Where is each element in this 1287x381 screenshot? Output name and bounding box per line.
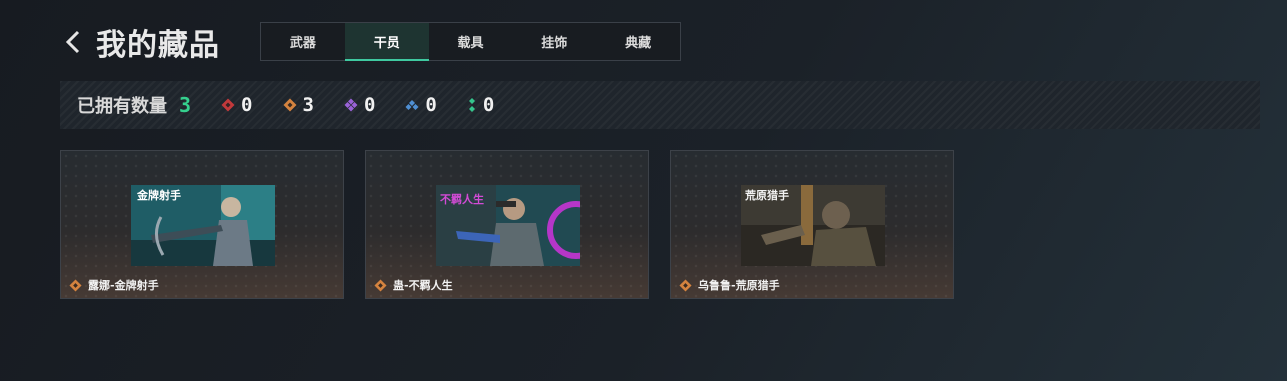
operator-card[interactable]: 不羁人生 蛊-不羁人生 — [365, 150, 649, 299]
operator-name: 蛊-不羁人生 — [393, 279, 453, 292]
red-diamond-icon — [221, 98, 235, 112]
category-tabs: 武器 干员 载具 挂饰 典藏 — [260, 22, 681, 61]
rarity-count-value: 0 — [482, 94, 495, 116]
orange-diamond-icon — [69, 278, 82, 292]
rarity-count-value: 0 — [241, 94, 253, 116]
rarity-count-value: 0 — [363, 94, 376, 116]
green-diamond-icon — [468, 98, 475, 112]
operator-thumbnail: 不羁人生 — [436, 185, 580, 266]
rarity-count-red: 0 — [221, 94, 253, 116]
rarity-count-green: 0 — [467, 94, 494, 116]
chevron-left-icon — [65, 30, 80, 54]
owned-count-bar: 已拥有数量 3 0 3 0 0 0 — [60, 81, 1260, 129]
rarity-count-value: 0 — [425, 94, 437, 116]
rarity-count-blue: 0 — [405, 94, 437, 116]
tab-collection[interactable]: 典藏 — [596, 23, 680, 60]
page-header: 我的藏品 — [62, 20, 220, 64]
owned-count-label: 已拥有数量 — [77, 96, 167, 117]
operator-card[interactable]: 金牌射手 露娜-金牌射手 — [60, 150, 344, 299]
page-title: 我的藏品 — [96, 28, 220, 63]
orange-diamond-icon — [679, 278, 692, 292]
orange-diamond-icon — [374, 278, 387, 292]
rarity-count-orange: 3 — [283, 94, 314, 116]
svg-text:荒原猎手: 荒原猎手 — [744, 188, 789, 202]
purple-diamond-icon — [344, 98, 358, 112]
operator-thumbnail: 荒原猎手 — [741, 185, 885, 266]
tab-operators[interactable]: 干员 — [344, 23, 429, 61]
blue-diamond-icon — [405, 100, 419, 110]
operator-name: 露娜-金牌射手 — [88, 279, 159, 292]
owned-count-total: 3 — [179, 93, 192, 117]
svg-text:金牌射手: 金牌射手 — [136, 188, 181, 202]
operator-card[interactable]: 荒原猎手 乌鲁鲁-荒原猎手 — [670, 150, 954, 299]
orange-diamond-icon — [283, 98, 296, 112]
tab-vehicles[interactable]: 载具 — [429, 23, 513, 60]
tab-charms[interactable]: 挂饰 — [512, 23, 596, 60]
tab-weapons[interactable]: 武器 — [261, 23, 345, 60]
operator-thumbnail: 金牌射手 — [131, 185, 275, 266]
rarity-count-value: 3 — [302, 94, 314, 116]
back-button[interactable] — [62, 27, 84, 57]
rarity-count-purple: 0 — [344, 94, 375, 116]
svg-text:不羁人生: 不羁人生 — [440, 192, 484, 206]
operator-name: 乌鲁鲁-荒原猎手 — [698, 279, 780, 292]
